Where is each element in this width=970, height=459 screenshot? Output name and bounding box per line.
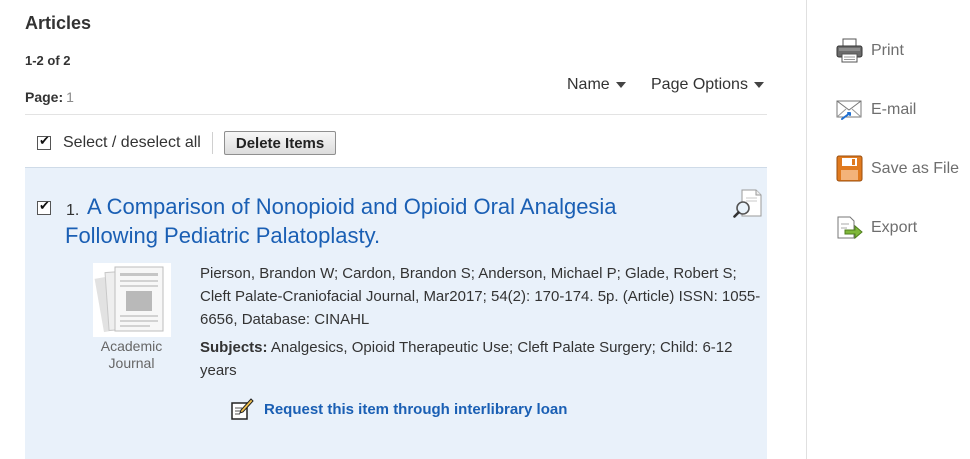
email-tool[interactable]: E-mail bbox=[836, 97, 916, 122]
email-icon bbox=[836, 100, 862, 120]
result-checkbox[interactable]: ✔ bbox=[37, 199, 51, 215]
divider bbox=[211, 132, 213, 154]
email-label: E-mail bbox=[871, 100, 917, 118]
publication-type-line: Journal bbox=[108, 355, 155, 371]
print-tool[interactable]: Print bbox=[836, 38, 904, 63]
subjects-list: Analgesics, Opioid Therapeutic Use; Clef… bbox=[200, 339, 733, 379]
floppy-disk-icon bbox=[836, 155, 863, 182]
result-citation: Pierson, Brandon W; Cardon, Brandon S; A… bbox=[200, 265, 761, 328]
export-icon bbox=[837, 216, 863, 240]
export-tool[interactable]: Export bbox=[836, 215, 917, 240]
select-all-checkbox[interactable]: ✔ bbox=[37, 134, 51, 150]
print-label: Print bbox=[871, 41, 904, 59]
checkmark-icon: ✔ bbox=[39, 199, 50, 214]
page-options-dropdown[interactable]: Page Options bbox=[651, 76, 764, 94]
sidebar-divider bbox=[806, 0, 807, 459]
result-item: ✔ 1. A Comparison of Nonopioid and Opioi… bbox=[25, 167, 767, 459]
pagination: Page: 1 bbox=[25, 89, 74, 105]
checkmark-icon: ✔ bbox=[39, 134, 50, 149]
page-label: Page: bbox=[25, 89, 64, 105]
sort-dropdown[interactable]: Name bbox=[567, 76, 626, 94]
results-panel: Articles 1-2 of 2 Page: 1 Name Page Optio… bbox=[25, 0, 767, 459]
academic-journal-icon bbox=[93, 263, 171, 337]
preview-magnifier-icon[interactable] bbox=[733, 188, 763, 218]
page-number[interactable]: 1 bbox=[66, 89, 74, 105]
save-as-file-label: Save as File bbox=[871, 159, 960, 177]
result-title-link[interactable]: A Comparison of Nonopioid and Opioid Ora… bbox=[65, 192, 705, 250]
bulk-actions: ✔ Select / deselect all Delete Items bbox=[37, 131, 337, 155]
result-subjects: Subjects: Analgesics, Opioid Therapeutic… bbox=[200, 336, 762, 382]
interlibrary-loan-label: Request this item through interlibrary l… bbox=[264, 400, 568, 418]
publication-type: Academic Journal bbox=[85, 338, 178, 372]
delete-items-button[interactable]: Delete Items bbox=[223, 131, 337, 155]
caret-down-icon bbox=[615, 82, 626, 88]
result-count: 1-2 of 2 bbox=[25, 53, 71, 68]
subjects-label: Subjects: bbox=[200, 339, 268, 356]
printer-icon bbox=[836, 38, 863, 63]
interlibrary-loan-link[interactable]: Request this item through interlibrary l… bbox=[230, 397, 567, 421]
publication-type-line: Academic bbox=[100, 338, 163, 354]
request-form-icon bbox=[231, 398, 254, 420]
sort-label: Name bbox=[567, 76, 610, 93]
results-heading: Articles bbox=[25, 13, 92, 33]
select-all-label[interactable]: Select / deselect all bbox=[63, 134, 201, 152]
page-options-label: Page Options bbox=[651, 76, 748, 93]
caret-down-icon bbox=[753, 82, 764, 88]
save-as-file-tool[interactable]: Save as File bbox=[836, 155, 959, 182]
divider bbox=[25, 114, 767, 115]
export-label: Export bbox=[871, 218, 918, 236]
